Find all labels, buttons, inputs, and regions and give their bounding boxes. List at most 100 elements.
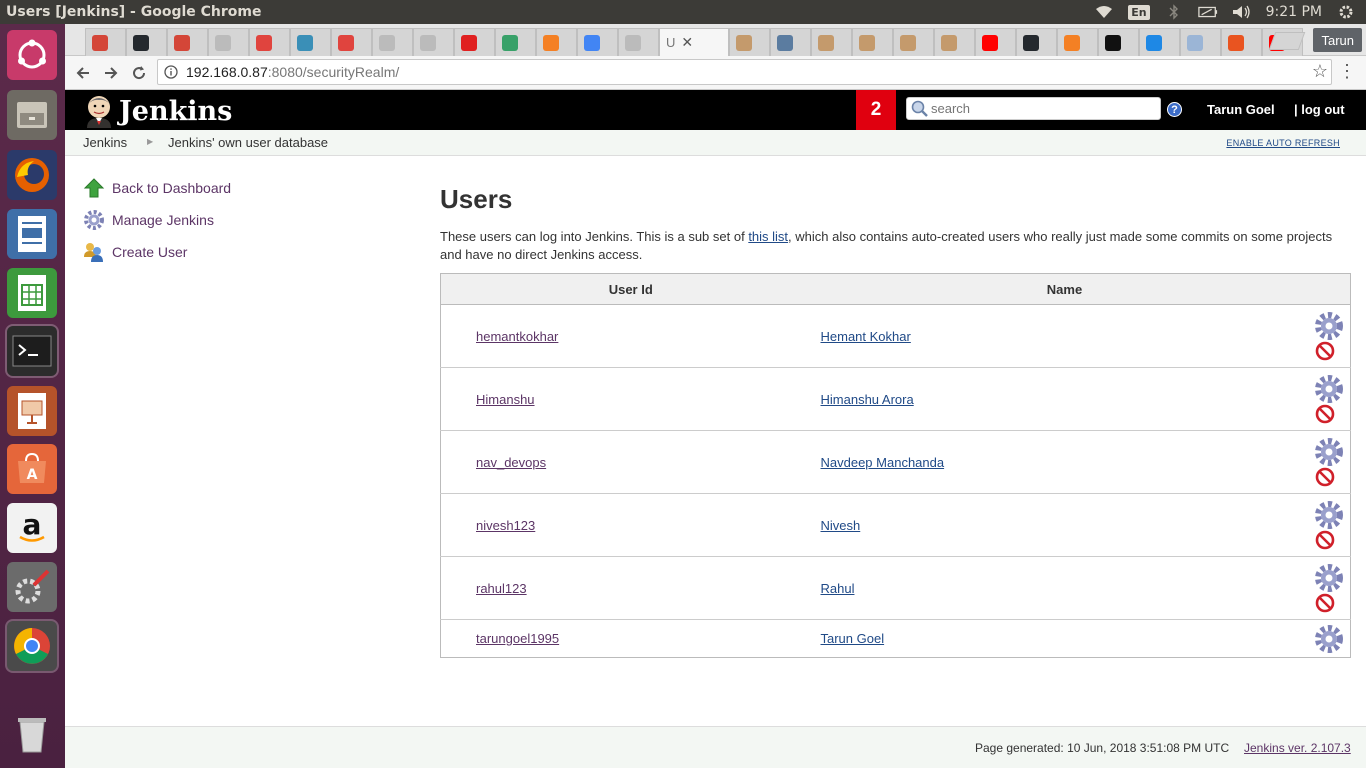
user-id-link[interactable]: tarungoel1995 [476,631,559,646]
user-name-link[interactable]: Nivesh [821,518,861,533]
delete-user-icon[interactable] [1315,467,1335,487]
browser-tab[interactable] [536,28,577,56]
browser-tab[interactable] [893,28,934,56]
user-id-link[interactable]: hemantkokhar [476,329,558,344]
bluetooth-icon[interactable] [1164,4,1184,20]
configure-user-gear-icon[interactable] [1314,374,1344,404]
user-name-link[interactable]: Rahul [821,581,855,596]
back-button[interactable] [69,59,97,87]
user-name-link[interactable]: Hemant Kokhar [821,329,911,344]
power-gear-icon[interactable] [1336,4,1356,20]
software-center-icon[interactable]: A [7,444,57,494]
bookmark-star-icon[interactable]: ☆ [1312,61,1328,82]
browser-tab[interactable] [167,28,208,56]
user-name-link[interactable]: Navdeep Manchanda [821,455,945,470]
browser-tab[interactable] [372,28,413,56]
browser-tab-active[interactable]: U ✕ [659,28,729,56]
delete-user-icon[interactable] [1315,404,1335,424]
user-id-link[interactable]: nav_devops [476,455,546,470]
browser-tab[interactable] [770,28,811,56]
enable-auto-refresh-link[interactable]: ENABLE AUTO REFRESH [1226,138,1340,148]
info-icon[interactable] [164,65,178,79]
terminal-icon[interactable] [7,326,57,376]
logout-link[interactable]: | log out [1294,102,1345,117]
user-name-link[interactable]: Tarun Goel [821,631,885,646]
browser-tab[interactable] [852,28,893,56]
trash-icon[interactable] [7,709,57,759]
profile-button[interactable]: Tarun [1313,28,1362,52]
jenkins-version-link[interactable]: Jenkins ver. 2.107.3 [1244,741,1351,755]
task-label[interactable]: Manage Jenkins [112,212,214,228]
close-tab-icon[interactable]: ✕ [681,34,693,51]
configure-user-gear-icon[interactable] [1314,624,1344,654]
libreoffice-calc-icon[interactable] [7,268,57,318]
chrome-icon[interactable] [7,621,57,671]
configure-user-gear-icon[interactable] [1314,563,1344,593]
browser-tab[interactable] [249,28,290,56]
clock[interactable]: 9:21 PM [1266,4,1322,20]
search-box[interactable] [906,97,1161,120]
chrome-menu-icon[interactable]: ⋮ [1338,61,1356,82]
browser-tab[interactable] [126,28,167,56]
page-footer: Page generated: 10 Jun, 2018 3:51:08 PM … [65,726,1366,768]
user-name-link[interactable]: Himanshu Arora [821,392,914,407]
reload-button[interactable] [125,59,153,87]
delete-user-icon[interactable] [1315,341,1335,361]
browser-tab[interactable] [975,28,1016,56]
search-input[interactable] [929,101,1149,116]
task-create-user[interactable]: Create User [83,236,383,268]
browser-tab[interactable] [577,28,618,56]
delete-user-icon[interactable] [1315,530,1335,550]
user-id-link[interactable]: Himanshu [476,392,535,407]
notification-badge[interactable]: 2 [856,90,896,130]
files-icon[interactable] [7,90,57,140]
browser-tab[interactable] [729,28,770,56]
search-help-icon[interactable]: ? [1167,102,1182,117]
column-header-user-id[interactable]: User Id [440,273,821,305]
browser-tab[interactable] [618,28,659,56]
firefox-icon[interactable] [7,150,57,200]
browser-tab[interactable] [290,28,331,56]
configure-user-gear-icon[interactable] [1314,500,1344,530]
this-list-link[interactable]: this list [748,229,788,244]
address-bar[interactable]: 192.168.0.87:8080/securityRealm/ [157,59,1332,85]
browser-tab[interactable] [1221,28,1262,56]
ubuntu-dash-icon[interactable] [7,30,57,80]
libreoffice-impress-icon[interactable] [7,386,57,436]
column-header-name[interactable]: Name [820,273,1309,305]
browser-tab[interactable] [1057,28,1098,56]
configure-user-gear-icon[interactable] [1314,311,1344,341]
browser-tab[interactable] [1016,28,1057,56]
libreoffice-writer-icon[interactable] [7,209,57,259]
breadcrumb-user-database[interactable]: Jenkins' own user database [168,135,328,150]
current-user-link[interactable]: Tarun Goel [1207,102,1275,117]
browser-tab[interactable] [934,28,975,56]
task-manage-jenkins[interactable]: Manage Jenkins [83,204,383,236]
browser-tab[interactable] [454,28,495,56]
browser-tab[interactable] [495,28,536,56]
delete-user-icon[interactable] [1315,593,1335,613]
breadcrumb-jenkins[interactable]: Jenkins [83,135,127,150]
user-id-link[interactable]: rahul123 [476,581,527,596]
browser-tab[interactable] [1098,28,1139,56]
configure-user-gear-icon[interactable] [1314,437,1344,467]
task-label[interactable]: Create User [112,244,187,260]
forward-button[interactable] [97,59,125,87]
browser-tab[interactable] [208,28,249,56]
browser-tab[interactable] [1139,28,1180,56]
browser-tab[interactable] [413,28,454,56]
volume-icon[interactable] [1232,4,1252,20]
browser-tab[interactable] [85,28,126,56]
task-label[interactable]: Back to Dashboard [112,180,231,196]
battery-icon[interactable] [1197,4,1218,20]
browser-tab[interactable] [1180,28,1221,56]
keyboard-layout-indicator[interactable]: En [1128,4,1150,20]
jenkins-logo[interactable]: Jenkins [83,94,232,128]
wifi-icon[interactable] [1094,4,1114,20]
browser-tab[interactable] [811,28,852,56]
amazon-icon[interactable]: a [7,503,57,553]
browser-tab[interactable] [331,28,372,56]
task-back-to-dashboard[interactable]: Back to Dashboard [83,172,383,204]
user-id-link[interactable]: nivesh123 [476,518,535,533]
system-settings-icon[interactable] [7,562,57,612]
